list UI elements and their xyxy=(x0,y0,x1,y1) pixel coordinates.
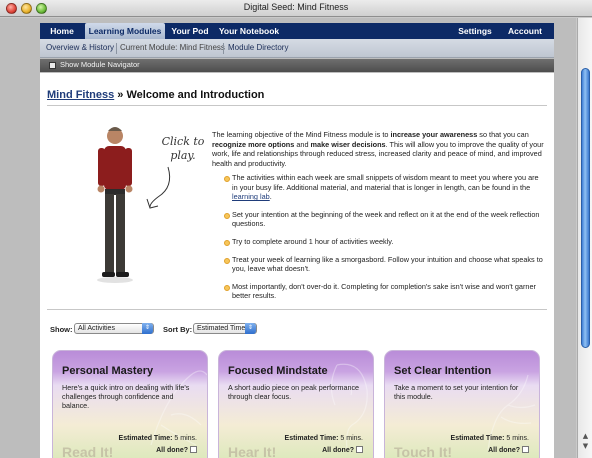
scrollbar-thumb[interactable] xyxy=(581,68,590,348)
subnav-overview-history[interactable]: Overview & History xyxy=(46,43,114,52)
activity-filters: Show: All Activities ⇕ Sort By: Estimated… xyxy=(50,323,257,334)
card-action-label[interactable]: Hear It! xyxy=(228,444,276,458)
show-select[interactable]: All Activities ⇕ xyxy=(74,323,154,334)
window-title: Digital Seed: Mind Fitness xyxy=(243,2,349,12)
list-item: Most importantly, don't over-do it. Comp… xyxy=(224,282,546,301)
sort-label: Sort By: xyxy=(163,325,193,334)
subnav-module-directory[interactable]: Module Directory xyxy=(228,43,288,52)
tab-home[interactable]: Home xyxy=(44,23,80,39)
card-description: Here's a quick intro on dealing with lif… xyxy=(62,383,190,411)
page-title-text: Welcome and Introduction xyxy=(126,89,265,101)
activity-card-set-clear-intention[interactable]: Set Clear Intention Take a moment to set… xyxy=(384,350,540,458)
card-title: Focused Mindstate xyxy=(228,365,328,377)
handwritten-arrow-icon xyxy=(146,166,171,209)
scroll-down-arrow-icon[interactable]: ▼ xyxy=(581,442,590,450)
card-description: A short audio piece on peak performance … xyxy=(228,383,360,402)
list-item: Set your intention at the beginning of t… xyxy=(224,210,546,229)
divider xyxy=(47,309,547,310)
card-done[interactable]: All done? xyxy=(322,446,363,454)
tab-settings[interactable]: Settings xyxy=(452,23,498,39)
done-checkbox[interactable] xyxy=(522,446,529,453)
card-done[interactable]: All done? xyxy=(488,446,529,454)
tab-account[interactable]: Account xyxy=(502,23,548,39)
done-checkbox[interactable] xyxy=(356,446,363,453)
list-item: Treat your week of learning like a smorg… xyxy=(224,255,546,274)
card-description: Take a moment to set your intention for … xyxy=(394,383,519,402)
navigator-label[interactable]: Show Module Navigator xyxy=(60,60,140,69)
card-estimated-time: Estimated Time: 5 mins. xyxy=(284,435,363,442)
main-nav: Home Learning Modules Your Pod Your Note… xyxy=(40,23,554,39)
subnav-current-module: Current Module: Mind Fitness xyxy=(120,43,225,52)
list-item: Try to complete around 1 hour of activit… xyxy=(224,237,546,247)
list-item: The activities within each week are smal… xyxy=(224,173,546,202)
done-checkbox[interactable] xyxy=(190,446,197,453)
learning-lab-link[interactable]: learning lab xyxy=(232,192,270,201)
card-title: Personal Mastery xyxy=(62,365,154,377)
click-to-play-label[interactable]: Click to play. xyxy=(153,135,213,163)
breadcrumb-mind-fitness-link[interactable]: Mind Fitness xyxy=(47,89,114,101)
activity-card-focused-mindstate[interactable]: Focused Mindstate A short audio piece on… xyxy=(218,350,374,458)
sort-select[interactable]: Estimated Time ⇕ xyxy=(193,323,257,334)
subnav-divider xyxy=(116,43,117,54)
sub-nav: Overview & History Current Module: Mind … xyxy=(40,39,554,58)
breadcrumb-separator: » xyxy=(114,89,127,101)
video-player-figure[interactable] xyxy=(88,123,140,283)
card-done[interactable]: All done? xyxy=(156,446,197,454)
card-action-label[interactable]: Read It! xyxy=(62,444,113,458)
scroll-up-arrow-icon[interactable]: ▲ xyxy=(581,432,590,440)
select-arrows-icon: ⇕ xyxy=(142,323,153,334)
activity-card-personal-mastery[interactable]: Personal Mastery Here's a quick intro on… xyxy=(52,350,208,458)
page-title: Mind Fitness » Welcome and Introduction xyxy=(47,89,264,101)
tab-your-pod[interactable]: Your Pod xyxy=(168,23,212,39)
card-estimated-time: Estimated Time: 5 mins. xyxy=(450,435,529,442)
tab-learning-modules[interactable]: Learning Modules xyxy=(85,23,165,39)
subnav-divider xyxy=(223,43,224,54)
module-navigator-bar[interactable]: Show Module Navigator xyxy=(40,59,554,72)
main-content: Mind Fitness » Welcome and Introduction … xyxy=(40,73,554,458)
card-title: Set Clear Intention xyxy=(394,365,492,377)
navigator-toggle-icon[interactable] xyxy=(49,62,56,69)
guideline-list: The activities within each week are smal… xyxy=(224,173,546,309)
window-titlebar: Digital Seed: Mind Fitness xyxy=(0,0,592,17)
select-arrows-icon: ⇕ xyxy=(245,323,256,334)
divider xyxy=(47,105,547,106)
tab-your-notebook[interactable]: Your Notebook xyxy=(216,23,282,39)
card-action-label[interactable]: Touch It! xyxy=(394,444,452,458)
show-label: Show: xyxy=(50,325,73,334)
intro-paragraph: The learning objective of the Mind Fitne… xyxy=(212,130,544,168)
browser-page: Home Learning Modules Your Pod Your Note… xyxy=(0,18,576,458)
card-estimated-time: Estimated Time: 5 mins. xyxy=(118,435,197,442)
vertical-scrollbar[interactable]: ▲ ▼ xyxy=(577,18,592,458)
